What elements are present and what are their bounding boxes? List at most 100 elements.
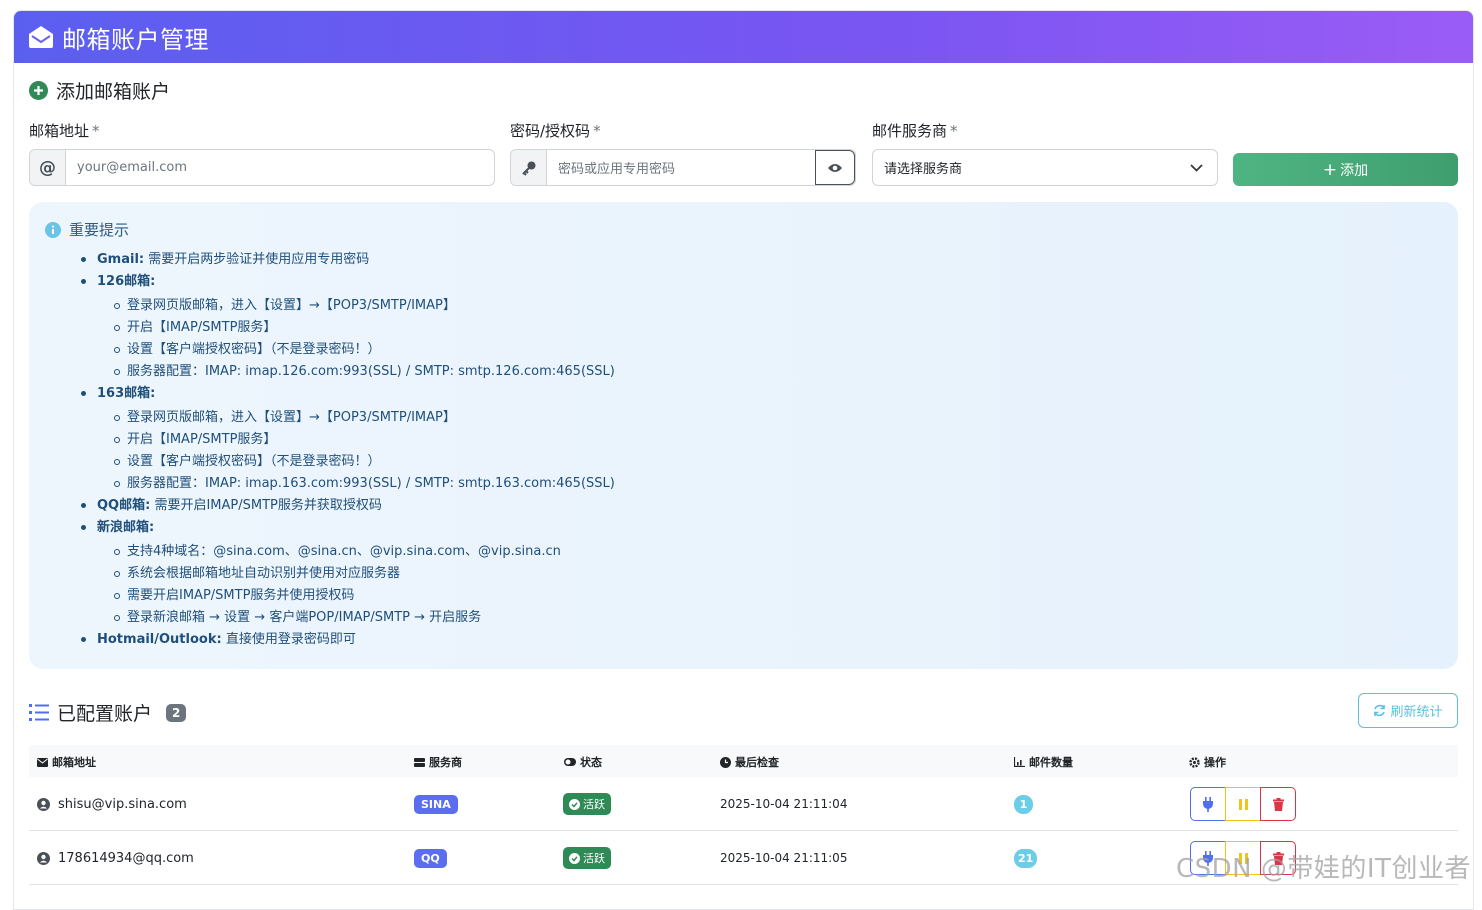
email-label: 邮箱地址 * bbox=[29, 120, 100, 141]
chevron-down-icon bbox=[1190, 163, 1203, 172]
tips-list: Gmail: 需要开启两步验证并使用应用专用密码 126邮箱: 登录网页版邮箱，… bbox=[45, 249, 1458, 651]
tip-qq-name: QQ邮箱: bbox=[97, 498, 151, 513]
tip-qq: QQ邮箱: 需要开启IMAP/SMTP服务并获取授权码 bbox=[81, 495, 1458, 517]
row-count-cell: 1 bbox=[1014, 777, 1033, 831]
table-row: shisu@vip.sina.com SINA 活跃 2025-10-04 21… bbox=[29, 777, 1458, 831]
tip-163: 163邮箱: 登录网页版邮箱，进入【设置】→【POP3/SMTP/IMAP】 开… bbox=[81, 383, 1458, 495]
tips-header: 重要提示 bbox=[45, 219, 1458, 240]
check-circle-icon bbox=[569, 852, 580, 864]
provider-badge: QQ bbox=[414, 848, 447, 868]
password-input[interactable]: 密码或应用专用密码 bbox=[547, 150, 815, 185]
pause-icon bbox=[1238, 798, 1248, 810]
card-header: 邮箱账户管理 bbox=[14, 11, 1473, 63]
info-circle-icon bbox=[45, 221, 61, 238]
check-circle-icon bbox=[569, 798, 580, 810]
tip-163-item: 登录网页版邮箱，进入【设置】→【POP3/SMTP/IMAP】 bbox=[114, 407, 1458, 429]
accounts-count-badge: 2 bbox=[166, 703, 187, 722]
col-status: 状态 bbox=[564, 754, 602, 770]
accounts-table-header: 邮箱地址 服务商 状态 最后检查 邮件数量 操作 bbox=[29, 745, 1458, 777]
user-circle-icon bbox=[37, 851, 50, 865]
tip-163-item: 设置【客户端授权密码】（不是登录密码！） bbox=[114, 451, 1458, 473]
refresh-stats-button[interactable]: 刷新统计 bbox=[1358, 693, 1458, 728]
tip-sina-item: 需要开启IMAP/SMTP服务并使用授权码 bbox=[114, 585, 1458, 607]
col-actions-label: 操作 bbox=[1204, 756, 1226, 769]
refresh-button-label: 刷新统计 bbox=[1390, 705, 1443, 720]
provider-selected-value: 请选择服务商 bbox=[884, 162, 963, 177]
add-button-label: 添加 bbox=[1340, 162, 1369, 179]
tip-126-item: 设置【客户端授权密码】（不是登录密码！） bbox=[114, 339, 1458, 361]
refresh-icon bbox=[1373, 704, 1386, 717]
tip-sina-item: 支持4种域名：@sina.com、@sina.cn、@vip.sina.com、… bbox=[114, 541, 1458, 563]
mail-count-badge: 1 bbox=[1014, 794, 1033, 814]
add-account-heading: 添加邮箱账户 bbox=[29, 77, 170, 104]
tip-hotmail-text: 直接使用登录密码即可 bbox=[225, 632, 356, 647]
password-label: 密码/授权码 * bbox=[510, 120, 601, 141]
server-icon bbox=[414, 757, 425, 767]
tip-hotmail: Hotmail/Outlook: 直接使用登录密码即可 bbox=[81, 629, 1458, 651]
delete-button[interactable] bbox=[1260, 787, 1296, 821]
email-input[interactable]: your@email.com bbox=[66, 150, 494, 185]
tip-qq-text: 需要开启IMAP/SMTP服务并获取授权码 bbox=[154, 498, 382, 513]
plug-icon bbox=[1202, 796, 1214, 812]
col-email: 邮箱地址 bbox=[37, 754, 96, 770]
page-title: 邮箱账户管理 bbox=[62, 25, 209, 54]
chart-icon bbox=[1014, 757, 1025, 767]
user-circle-icon bbox=[37, 797, 50, 811]
accounts-title: 已配置账户 bbox=[57, 703, 153, 725]
status-text: 活跃 bbox=[583, 798, 605, 811]
col-actions: 操作 bbox=[1189, 754, 1226, 770]
trash-icon bbox=[1272, 797, 1284, 811]
at-icon: @ bbox=[30, 150, 66, 185]
row-email: 178614934@qq.com bbox=[58, 850, 194, 866]
provider-badge: SINA bbox=[414, 794, 458, 814]
row-email-cell: 178614934@qq.com bbox=[37, 831, 194, 885]
row-actions bbox=[1190, 777, 1296, 831]
pause-button[interactable] bbox=[1225, 787, 1261, 821]
toggle-password-button[interactable] bbox=[815, 150, 855, 185]
required-mark: * bbox=[950, 122, 958, 140]
list-icon bbox=[29, 704, 49, 721]
row-count-cell: 21 bbox=[1014, 831, 1038, 885]
row-email-cell: shisu@vip.sina.com bbox=[37, 777, 187, 831]
tip-gmail: Gmail: 需要开启两步验证并使用应用专用密码 bbox=[81, 249, 1458, 271]
col-last-check: 最后检查 bbox=[720, 754, 779, 770]
col-status-label: 状态 bbox=[580, 756, 602, 769]
tip-126: 126邮箱: 登录网页版邮箱，进入【设置】→【POP3/SMTP/IMAP】 开… bbox=[81, 271, 1458, 383]
tip-126-item: 开启【IMAP/SMTP服务】 bbox=[114, 317, 1458, 339]
key-icon bbox=[511, 150, 547, 185]
tips-title: 重要提示 bbox=[69, 221, 130, 239]
row-status-cell: 活跃 bbox=[563, 831, 611, 885]
clock-icon bbox=[720, 756, 731, 768]
col-provider: 服务商 bbox=[414, 754, 462, 770]
tip-163-name: 163邮箱: bbox=[97, 386, 156, 401]
row-email: shisu@vip.sina.com bbox=[58, 796, 187, 812]
mail-count-badge: 21 bbox=[1014, 848, 1038, 868]
eye-icon bbox=[827, 162, 843, 174]
tip-126-item: 服务器配置：IMAP: imap.126.com:993(SSL) / SMTP… bbox=[114, 361, 1458, 383]
email-label-text: 邮箱地址 bbox=[29, 122, 90, 140]
col-mail-count: 邮件数量 bbox=[1014, 754, 1073, 770]
add-account-button[interactable]: + 添加 bbox=[1233, 153, 1458, 186]
test-connection-button[interactable] bbox=[1190, 787, 1226, 821]
add-account-title: 添加邮箱账户 bbox=[56, 81, 171, 103]
row-provider-cell: QQ bbox=[414, 831, 447, 885]
provider-label: 邮件服务商 * bbox=[872, 120, 958, 141]
required-mark: * bbox=[92, 122, 100, 140]
col-last-check-label: 最后检查 bbox=[735, 756, 779, 769]
tip-163-item: 开启【IMAP/SMTP服务】 bbox=[114, 429, 1458, 451]
row-last-check: 2025-10-04 21:11:04 bbox=[720, 797, 848, 811]
tip-sina: 新浪邮箱: 支持4种域名：@sina.com、@sina.cn、@vip.sin… bbox=[81, 517, 1458, 629]
provider-select[interactable]: 请选择服务商 bbox=[872, 149, 1218, 186]
envelope-open-icon bbox=[28, 25, 54, 49]
tip-gmail-name: Gmail: bbox=[97, 252, 145, 267]
row-status-cell: 活跃 bbox=[563, 777, 611, 831]
email-input-group: @ your@email.com bbox=[29, 149, 495, 186]
plus-circle-icon bbox=[29, 81, 48, 100]
status-badge: 活跃 bbox=[563, 793, 611, 815]
tip-126-name: 126邮箱: bbox=[97, 274, 156, 289]
tip-sina-item: 登录新浪邮箱 → 设置 → 客户端POP/IMAP/SMTP → 开启服务 bbox=[114, 607, 1458, 629]
row-last-check: 2025-10-04 21:11:05 bbox=[720, 851, 848, 865]
provider-label-text: 邮件服务商 bbox=[872, 122, 948, 140]
col-mail-count-label: 邮件数量 bbox=[1029, 756, 1073, 769]
tip-sina-name: 新浪邮箱: bbox=[97, 520, 155, 535]
